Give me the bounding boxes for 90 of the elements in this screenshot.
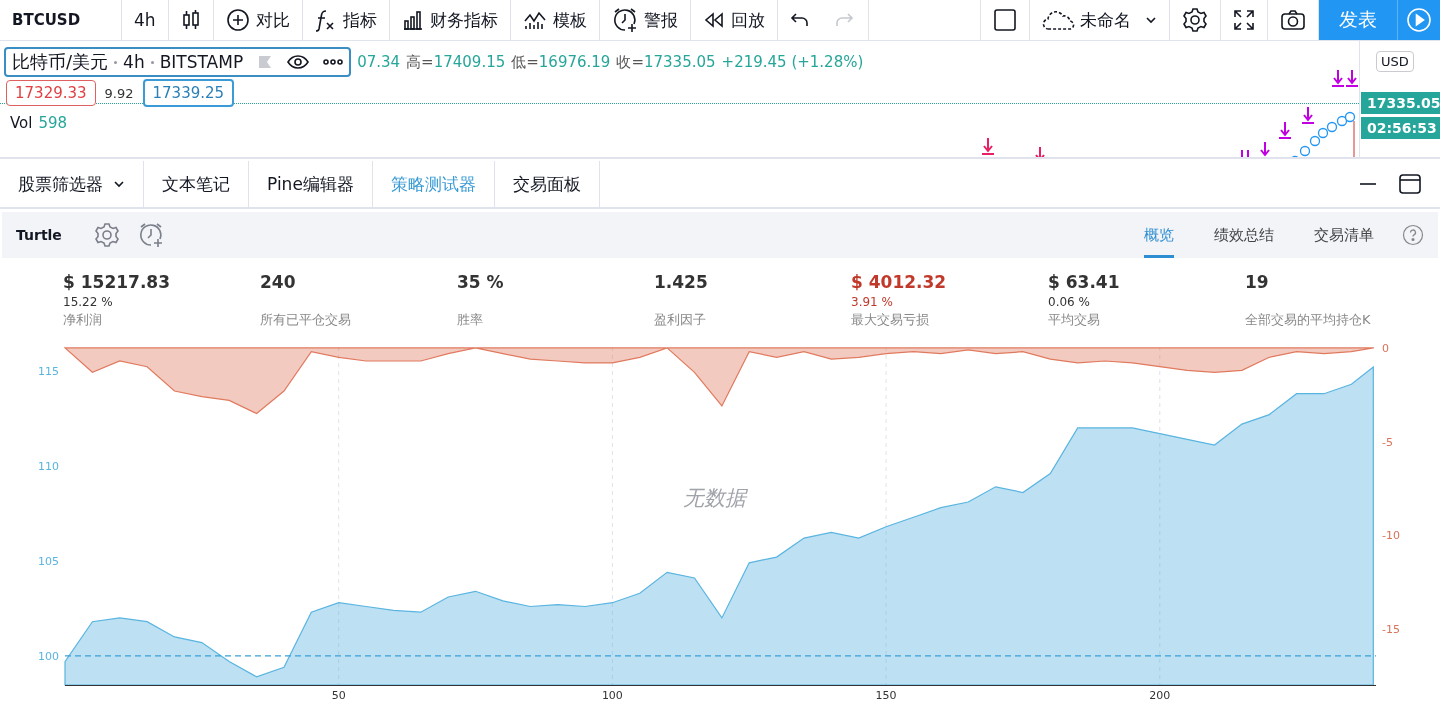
play-icon xyxy=(1406,7,1432,33)
view-tab[interactable]: 交易清单 xyxy=(1314,212,1374,258)
stat-percent: 0.06 % xyxy=(1048,295,1090,311)
camera-icon xyxy=(1280,9,1306,31)
stat-label: 所有已平仓交易 xyxy=(260,311,351,329)
axis-tick-label: 115 xyxy=(38,364,59,378)
axis-tick-label: 110 xyxy=(38,459,59,473)
help-button[interactable] xyxy=(1402,224,1424,246)
bar-chart-icon xyxy=(401,9,424,31)
fx-icon xyxy=(314,8,337,32)
stat-label: 净利润 xyxy=(63,311,102,329)
rewind-icon xyxy=(702,10,725,30)
alarm-clock-icon xyxy=(611,7,638,33)
strategy-name: Turtle xyxy=(16,227,62,243)
help-icon xyxy=(1402,224,1424,246)
candles-icon xyxy=(180,9,201,31)
axis-tick-label: -15 xyxy=(1382,622,1400,636)
stat-label: 平均交易 xyxy=(1048,311,1100,329)
square-icon xyxy=(993,8,1017,32)
layout-button[interactable] xyxy=(980,0,1030,40)
legend-exchange: BITSTAMP xyxy=(159,52,244,72)
axis-tick-label: 200 xyxy=(1149,689,1171,702)
strategy-settings-button[interactable] xyxy=(93,222,120,248)
wave-chart-icon xyxy=(522,9,547,31)
volume-label: Vol xyxy=(10,114,33,132)
interval-button[interactable]: 4h xyxy=(122,0,169,40)
ohlc-value: 高=17409.15 xyxy=(406,52,506,72)
last-price-label: 17335.05 xyxy=(1361,92,1440,114)
currency-badge[interactable]: USD xyxy=(1376,51,1414,72)
axis-tick-label: -10 xyxy=(1382,529,1400,543)
symbol-title: 比特币/美元 xyxy=(12,50,109,74)
maximize-icon xyxy=(1398,173,1422,195)
stat-value: 1.425 xyxy=(654,272,708,292)
caret-icon xyxy=(1145,16,1157,24)
stat-value: 35 % xyxy=(457,272,504,292)
eye-icon xyxy=(287,55,310,69)
expand-icon xyxy=(1233,9,1255,31)
stat-value: 240 xyxy=(260,272,296,292)
flag-icon xyxy=(257,55,274,69)
symbol-button[interactable]: BTCUSD xyxy=(0,0,122,40)
minimize-icon xyxy=(1358,182,1378,186)
volume-value: 598 xyxy=(38,114,68,132)
play-button[interactable] xyxy=(1398,0,1440,40)
templates-button[interactable]: 模板 xyxy=(510,0,600,40)
ohlc-value: 低=16976.19 xyxy=(511,52,611,72)
stat-label: 盈利因子 xyxy=(654,311,706,329)
panel-tab[interactable]: 股票筛选器 xyxy=(0,161,144,207)
axis-tick-label: 150 xyxy=(875,689,897,702)
axis-tick-label: 105 xyxy=(38,554,59,568)
layout-name-button[interactable]: 未命名 xyxy=(1030,0,1170,40)
indicators-button[interactable]: 指标 xyxy=(302,0,390,40)
panel-tab[interactable]: Pine编辑器 xyxy=(249,161,373,207)
axis-tick-label: 100 xyxy=(38,649,59,663)
cloud-icon xyxy=(1042,9,1076,31)
panel-tab[interactable]: 文本笔记 xyxy=(144,161,249,207)
panel-tab[interactable]: 交易面板 xyxy=(494,161,600,207)
price-change: +219.45 (+1.28%) xyxy=(721,53,864,71)
stat-value: $ 63.41 xyxy=(1048,272,1120,292)
stat-label: 最大交易亏损 xyxy=(851,311,929,329)
alarm-clock-icon xyxy=(137,222,164,248)
stat-value: 19 xyxy=(1245,272,1269,292)
stat-percent: 15.22 % xyxy=(63,295,113,311)
no-data-label: 无数据 xyxy=(683,485,746,512)
plus-circle-icon xyxy=(225,8,250,32)
spread-value: 9.92 xyxy=(104,85,134,101)
stat-value: $ 15217.83 xyxy=(63,272,170,292)
ohlc-value: 07.34 xyxy=(357,53,401,71)
legend-box[interactable]: 比特币/美元 4h BITSTAMP xyxy=(4,47,352,77)
replay-button[interactable]: 回放 xyxy=(690,0,778,40)
gear-icon xyxy=(1182,7,1208,33)
financials-button[interactable]: 财务指标 xyxy=(389,0,511,40)
stat-value: $ 4012.32 xyxy=(851,272,947,292)
add-alert-button[interactable] xyxy=(137,222,164,248)
stat-percent: 3.91 % xyxy=(851,295,893,311)
stat-label: 胜率 xyxy=(457,311,483,329)
sell-price-button[interactable]: 17329.33 xyxy=(6,80,96,106)
legend-interval: 4h xyxy=(123,52,145,72)
axis-tick-label: 100 xyxy=(601,689,623,702)
countdown-label: 02:56:53 xyxy=(1361,117,1440,139)
axis-tick-label: 50 xyxy=(331,689,346,702)
buy-price-button[interactable]: 17339.25 xyxy=(142,79,235,107)
more-icon xyxy=(323,59,344,65)
alert-button[interactable]: 警报 xyxy=(599,0,691,40)
ohlc-value: 收=17335.05 xyxy=(616,52,716,72)
gear-icon xyxy=(93,222,120,248)
axis-tick-label: -5 xyxy=(1382,435,1393,449)
view-tab[interactable]: 绩效总结 xyxy=(1214,212,1274,258)
compare-button[interactable]: 对比 xyxy=(213,0,303,40)
stat-label: 全部交易的平均持仓K xyxy=(1245,311,1371,329)
axis-tick-label: 0 xyxy=(1382,342,1389,355)
